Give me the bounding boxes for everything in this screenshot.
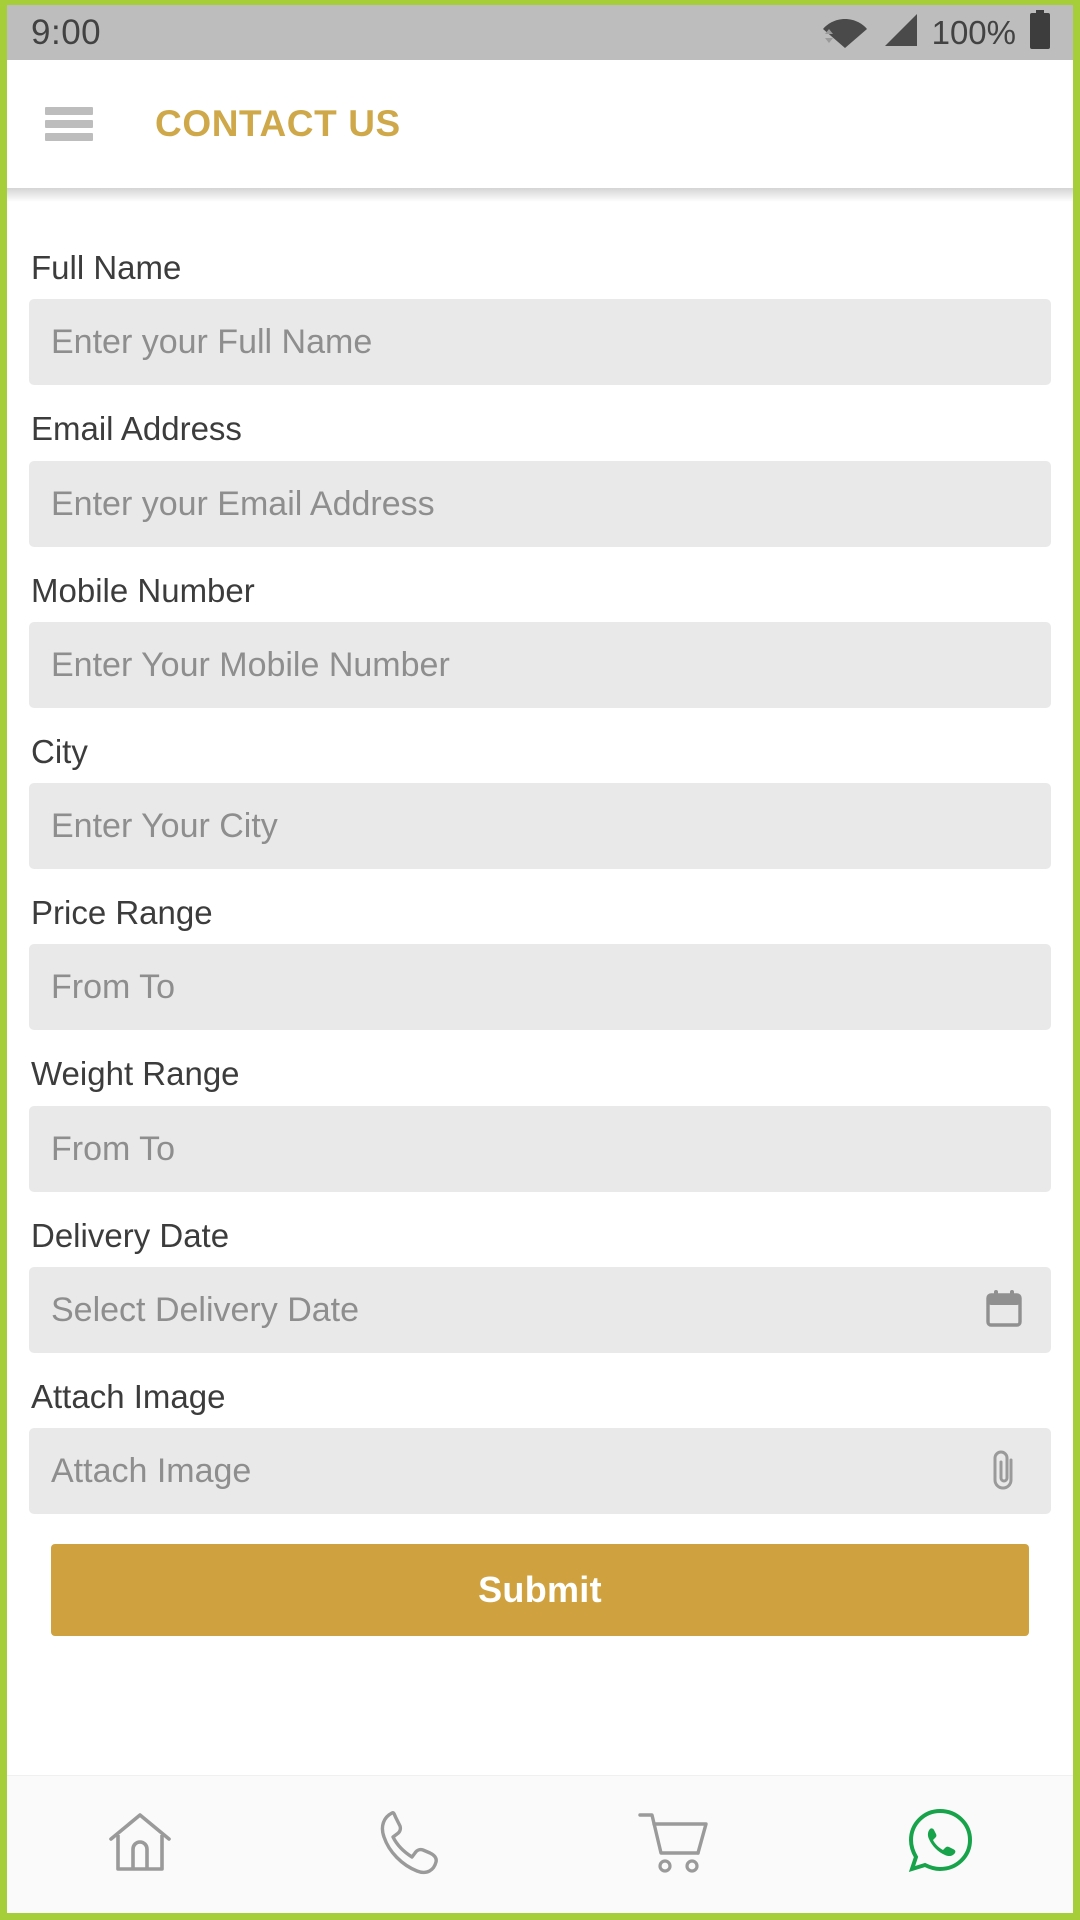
- hamburger-bar: [45, 107, 93, 115]
- nav-item-call[interactable]: [274, 1776, 541, 1913]
- field-label: Price Range: [31, 894, 213, 932]
- submit-button[interactable]: Submit: [51, 1544, 1029, 1637]
- field-email-address: Email Address Enter your Email Address: [29, 410, 1051, 547]
- app-bar-shadow: [7, 188, 1073, 202]
- wifi-icon: [822, 11, 868, 54]
- hamburger-bar: [45, 120, 93, 128]
- shopping-cart-icon: [636, 1809, 710, 1880]
- submit-button-label: Submit: [478, 1569, 602, 1611]
- field-placeholder: Enter your Full Name: [51, 323, 373, 362]
- field-label: City: [31, 732, 88, 770]
- bottom-navigation-bar: [7, 1775, 1073, 1913]
- city-input[interactable]: Enter Your City: [29, 783, 1051, 870]
- home-icon: [105, 1808, 175, 1881]
- page-title: CONTACT US: [155, 103, 401, 144]
- field-placeholder: Enter Your City: [51, 807, 278, 846]
- hamburger-menu-icon[interactable]: [45, 107, 93, 141]
- attach-image-input[interactable]: Attach Image: [29, 1428, 1051, 1515]
- price-range-input[interactable]: From To: [29, 944, 1051, 1031]
- field-delivery-date: Delivery Date Select Delivery Date: [29, 1216, 1051, 1354]
- nav-item-cart[interactable]: [540, 1776, 807, 1913]
- status-bar-icons: 100%: [822, 10, 1051, 55]
- nav-item-home[interactable]: [7, 1776, 274, 1913]
- paperclip-icon[interactable]: [985, 1449, 1025, 1493]
- field-attach-image: Attach Image Attach Image: [29, 1378, 1051, 1515]
- field-price-range: Price Range From To: [29, 894, 1051, 1031]
- phone-screen: 9:00 100% CONTACT US Full Name Enter you…: [0, 0, 1080, 1920]
- field-label: Full Name: [31, 249, 182, 286]
- field-placeholder: Select Delivery Date: [51, 1291, 360, 1330]
- cellular-signal-icon: [881, 11, 919, 54]
- battery-percentage-label: 100%: [931, 13, 1016, 51]
- calendar-icon[interactable]: [983, 1289, 1025, 1331]
- submit-button-container: Submit: [29, 1544, 1051, 1637]
- field-label: Attach Image: [31, 1378, 226, 1416]
- status-bar: 9:00 100%: [7, 5, 1073, 60]
- full-name-input[interactable]: Enter your Full Name: [29, 299, 1051, 386]
- mobile-number-input[interactable]: Enter Your Mobile Number: [29, 621, 1051, 708]
- field-placeholder: From To: [51, 968, 176, 1007]
- field-label: Delivery Date: [31, 1216, 230, 1254]
- contact-form: Full Name Enter your Full Name Email Add…: [7, 202, 1073, 1668]
- field-full-name: Full Name Enter your Full Name: [29, 249, 1051, 386]
- field-weight-range: Weight Range From To: [29, 1055, 1051, 1192]
- status-bar-clock: 9:00: [31, 12, 102, 52]
- delivery-date-input[interactable]: Select Delivery Date: [29, 1267, 1051, 1354]
- field-placeholder: Enter your Email Address: [51, 484, 435, 523]
- field-placeholder: Enter Your Mobile Number: [51, 645, 450, 684]
- field-city: City Enter Your City: [29, 732, 1051, 870]
- email-address-input[interactable]: Enter your Email Address: [29, 460, 1051, 547]
- field-placeholder: From To: [51, 1129, 176, 1168]
- field-label: Weight Range: [31, 1055, 240, 1093]
- phone-icon: [376, 1807, 438, 1882]
- field-placeholder: Attach Image: [51, 1452, 252, 1491]
- field-mobile-number: Mobile Number Enter Your Mobile Number: [29, 571, 1051, 708]
- field-label: Mobile Number: [31, 571, 255, 609]
- app-bar: CONTACT US: [7, 60, 1073, 188]
- hamburger-bar: [45, 133, 93, 141]
- whatsapp-icon: [904, 1806, 976, 1883]
- nav-item-whatsapp[interactable]: [807, 1776, 1074, 1913]
- battery-icon: [1029, 10, 1051, 55]
- weight-range-input[interactable]: From To: [29, 1105, 1051, 1192]
- field-label: Email Address: [31, 410, 242, 448]
